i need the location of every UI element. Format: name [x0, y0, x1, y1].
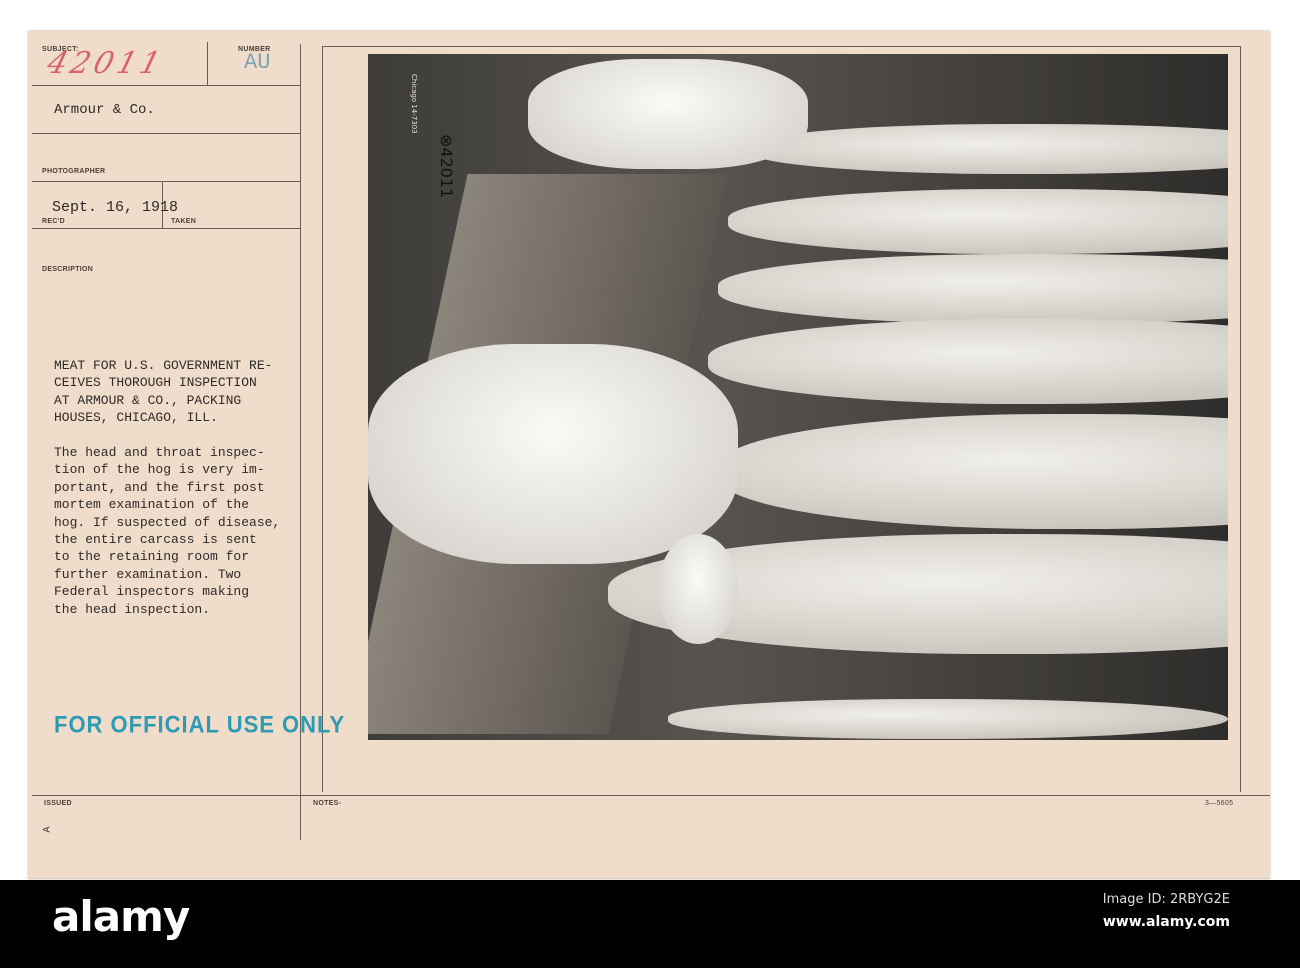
source: Armour & Co.	[54, 102, 155, 118]
divider	[32, 85, 300, 86]
hog-carcass	[718, 254, 1228, 324]
inspector	[368, 344, 738, 564]
hog-carcass	[668, 699, 1228, 739]
divider	[32, 795, 1270, 796]
negative-number: ⊗42011	[437, 134, 456, 199]
divider	[322, 46, 1240, 47]
hog-carcass	[708, 319, 1228, 404]
inspection-photograph: Chicago 14-7303 ⊗42011	[368, 54, 1228, 740]
divider	[207, 42, 208, 86]
handwritten-note: Chicago 14-7303	[410, 74, 418, 134]
footer-bar: alamy Image ID: 2RBYG2E www.alamy.com	[0, 880, 1300, 968]
photographer-label: PHOTOGRAPHER	[42, 168, 106, 175]
divider	[322, 46, 323, 792]
number-value: AU	[244, 50, 271, 75]
divider	[32, 228, 300, 229]
divider	[1240, 46, 1241, 792]
subject-value: 42011	[43, 46, 169, 81]
issued-mark: A	[42, 826, 54, 833]
inspector	[528, 59, 808, 169]
hog-carcass	[718, 414, 1228, 529]
description-label: DESCRIPTION	[42, 266, 94, 273]
taken-label: TAKEN	[171, 218, 197, 225]
alamy-logo: alamy	[52, 892, 190, 941]
image-id: Image ID: 2RBYG2E	[1102, 892, 1230, 907]
divider	[32, 133, 300, 134]
notes-label: NOTES-	[313, 800, 342, 807]
description-headline: MEAT FOR U.S. GOVERNMENT RE- CEIVES THOR…	[54, 358, 273, 426]
recd-label: REC'D	[42, 218, 65, 225]
description-body: The head and throat inspec- tion of the …	[54, 445, 281, 617]
date: Sept. 16, 1918	[52, 199, 179, 216]
divider	[32, 181, 300, 182]
form-number: 3—5605	[1205, 800, 1234, 807]
alamy-url[interactable]: www.alamy.com	[1103, 914, 1230, 930]
hog-carcass	[748, 124, 1228, 174]
inspector-cap	[658, 534, 738, 644]
issued-label: ISSUED	[44, 800, 72, 807]
hog-carcass	[728, 189, 1228, 254]
official-use-stamp: FOR OFFICIAL USE ONLY	[54, 710, 346, 739]
